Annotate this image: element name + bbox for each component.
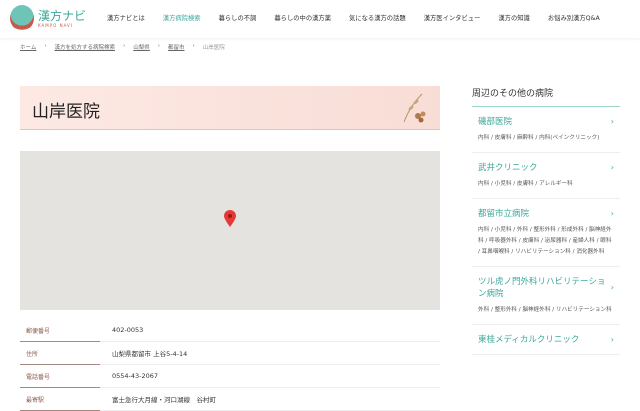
hospital-name[interactable]: 東桂メディカルクリニック	[478, 334, 579, 346]
breadcrumb-city[interactable]: 都留市	[168, 43, 185, 51]
hospital-name[interactable]: 都留市立病院	[478, 208, 529, 220]
info-row-address: 住所 山梨県都留市 上谷5-4-14	[20, 342, 440, 365]
chevron-right-icon: ›	[610, 283, 614, 292]
nav-about[interactable]: 漢方ナビとは	[107, 13, 145, 22]
info-label: 電話番号	[20, 372, 100, 381]
info-row-phone: 電話番号 0554-43-2067	[20, 365, 440, 388]
main-nav: 漢方ナビとは 漢方病院検索 暮らしの不調 暮らしの中の漢方薬 気になる漢方の話題…	[107, 13, 618, 22]
info-label: 郵便番号	[20, 326, 100, 335]
nav-interviews[interactable]: 漢方医インタビュー	[424, 13, 481, 22]
logo-icon	[10, 5, 34, 31]
herb-illustration-icon	[403, 93, 426, 123]
chevron-right-icon: ›	[610, 117, 614, 126]
site-header: 漢方ナビ KAMPO NAVI 漢方ナビとは 漢方病院検索 暮らしの不調 暮らし…	[0, 0, 640, 38]
logo-subtitle: KAMPO NAVI	[38, 22, 73, 28]
hospital-item[interactable]: 武井クリニック › 内科 / 小児科 / 皮膚科 / アレルギー科	[472, 153, 620, 199]
sidebar-heading: 周辺のその他の病院	[472, 86, 620, 107]
hospital-depts: 外科 / 整形外科 / 脳神経外科 / リハビリテーション科	[478, 307, 612, 313]
hospital-info-table: 郵便番号 402-0053 住所 山梨県都留市 上谷5-4-14 電話番号 0554-…	[20, 319, 440, 411]
hospital-item[interactable]: ツル虎ノ門外科リハビリテーション病院 › 外科 / 整形外科 / 脳神経外科 / リ…	[472, 267, 620, 325]
logo-title: 漢方ナビ	[38, 8, 87, 23]
info-label: 住所	[20, 349, 100, 358]
hospital-name[interactable]: 武井クリニック	[478, 162, 538, 174]
page-title: 山岸医院	[32, 102, 100, 122]
nav-qa[interactable]: お悩み別漢方Q&A	[548, 13, 600, 22]
info-value: 富士急行大月線・河口湖線 谷村町	[112, 396, 216, 404]
hospital-depts: 内科 / 小児科 / 外科 / 整形外科 / 形成外科 / 脳神経外科 / 呼吸…	[478, 227, 612, 255]
chevron-right-icon: ›	[610, 163, 614, 172]
breadcrumb-prefecture[interactable]: 山梨県	[133, 43, 150, 51]
hospital-item[interactable]: 都留市立病院 › 内科 / 小児科 / 外科 / 整形外科 / 形成外科 / 脳神経…	[472, 199, 620, 267]
hospital-item[interactable]: 東桂メディカルクリニック ›	[472, 325, 620, 355]
breadcrumb-current: 山岸医院	[202, 45, 225, 51]
nav-ailments[interactable]: 暮らしの不調	[219, 13, 257, 22]
hospital-name[interactable]: ツル虎ノ門外科リハビリテーション病院	[478, 276, 611, 300]
hospital-depts: 内科 / 小児科 / 皮膚科 / アレルギー科	[478, 181, 573, 187]
nav-kampo-in-life[interactable]: 暮らしの中の漢方薬	[274, 13, 331, 22]
nav-hospital-search[interactable]: 漢方病院検索	[163, 13, 201, 22]
info-value[interactable]: 0554-43-2067	[100, 372, 158, 380]
breadcrumb: ホーム › 漢方を処方する病院検索 › 山梨県 › 都留市 › 山岸医院	[20, 43, 225, 51]
nearby-hospitals: 周辺のその他の病院 磯部医院 › 内科 / 皮膚科 / 麻酔科 / 内科(ペインクリ…	[472, 86, 620, 355]
site-logo[interactable]: 漢方ナビ KAMPO NAVI	[10, 5, 86, 31]
nav-topics[interactable]: 気になる漢方の話題	[349, 13, 406, 22]
info-value: 山梨県都留市 上谷5-4-14	[112, 350, 188, 358]
location-map[interactable]	[20, 151, 440, 310]
chevron-right-icon: ›	[610, 209, 614, 218]
nav-knowledge[interactable]: 漢方の知識	[498, 13, 529, 22]
info-label: 最寄駅	[20, 395, 100, 404]
title-band: 山岸医院	[20, 86, 440, 130]
info-value: 402-0053	[112, 326, 144, 334]
hospital-depts: 内科 / 皮膚科 / 麻酔科 / 内科(ペインクリニック)	[478, 135, 600, 141]
hospital-name[interactable]: 磯部医院	[478, 116, 512, 128]
info-row-postal: 郵便番号 402-0053	[20, 319, 440, 342]
breadcrumb-search[interactable]: 漢方を処方する病院検索	[55, 43, 116, 51]
breadcrumb-home[interactable]: ホーム	[20, 43, 36, 51]
hospital-item[interactable]: 磯部医院 › 内科 / 皮膚科 / 麻酔科 / 内科(ペインクリニック)	[472, 107, 620, 153]
map-pin-icon[interactable]	[224, 210, 236, 228]
chevron-right-icon: ›	[610, 335, 614, 344]
